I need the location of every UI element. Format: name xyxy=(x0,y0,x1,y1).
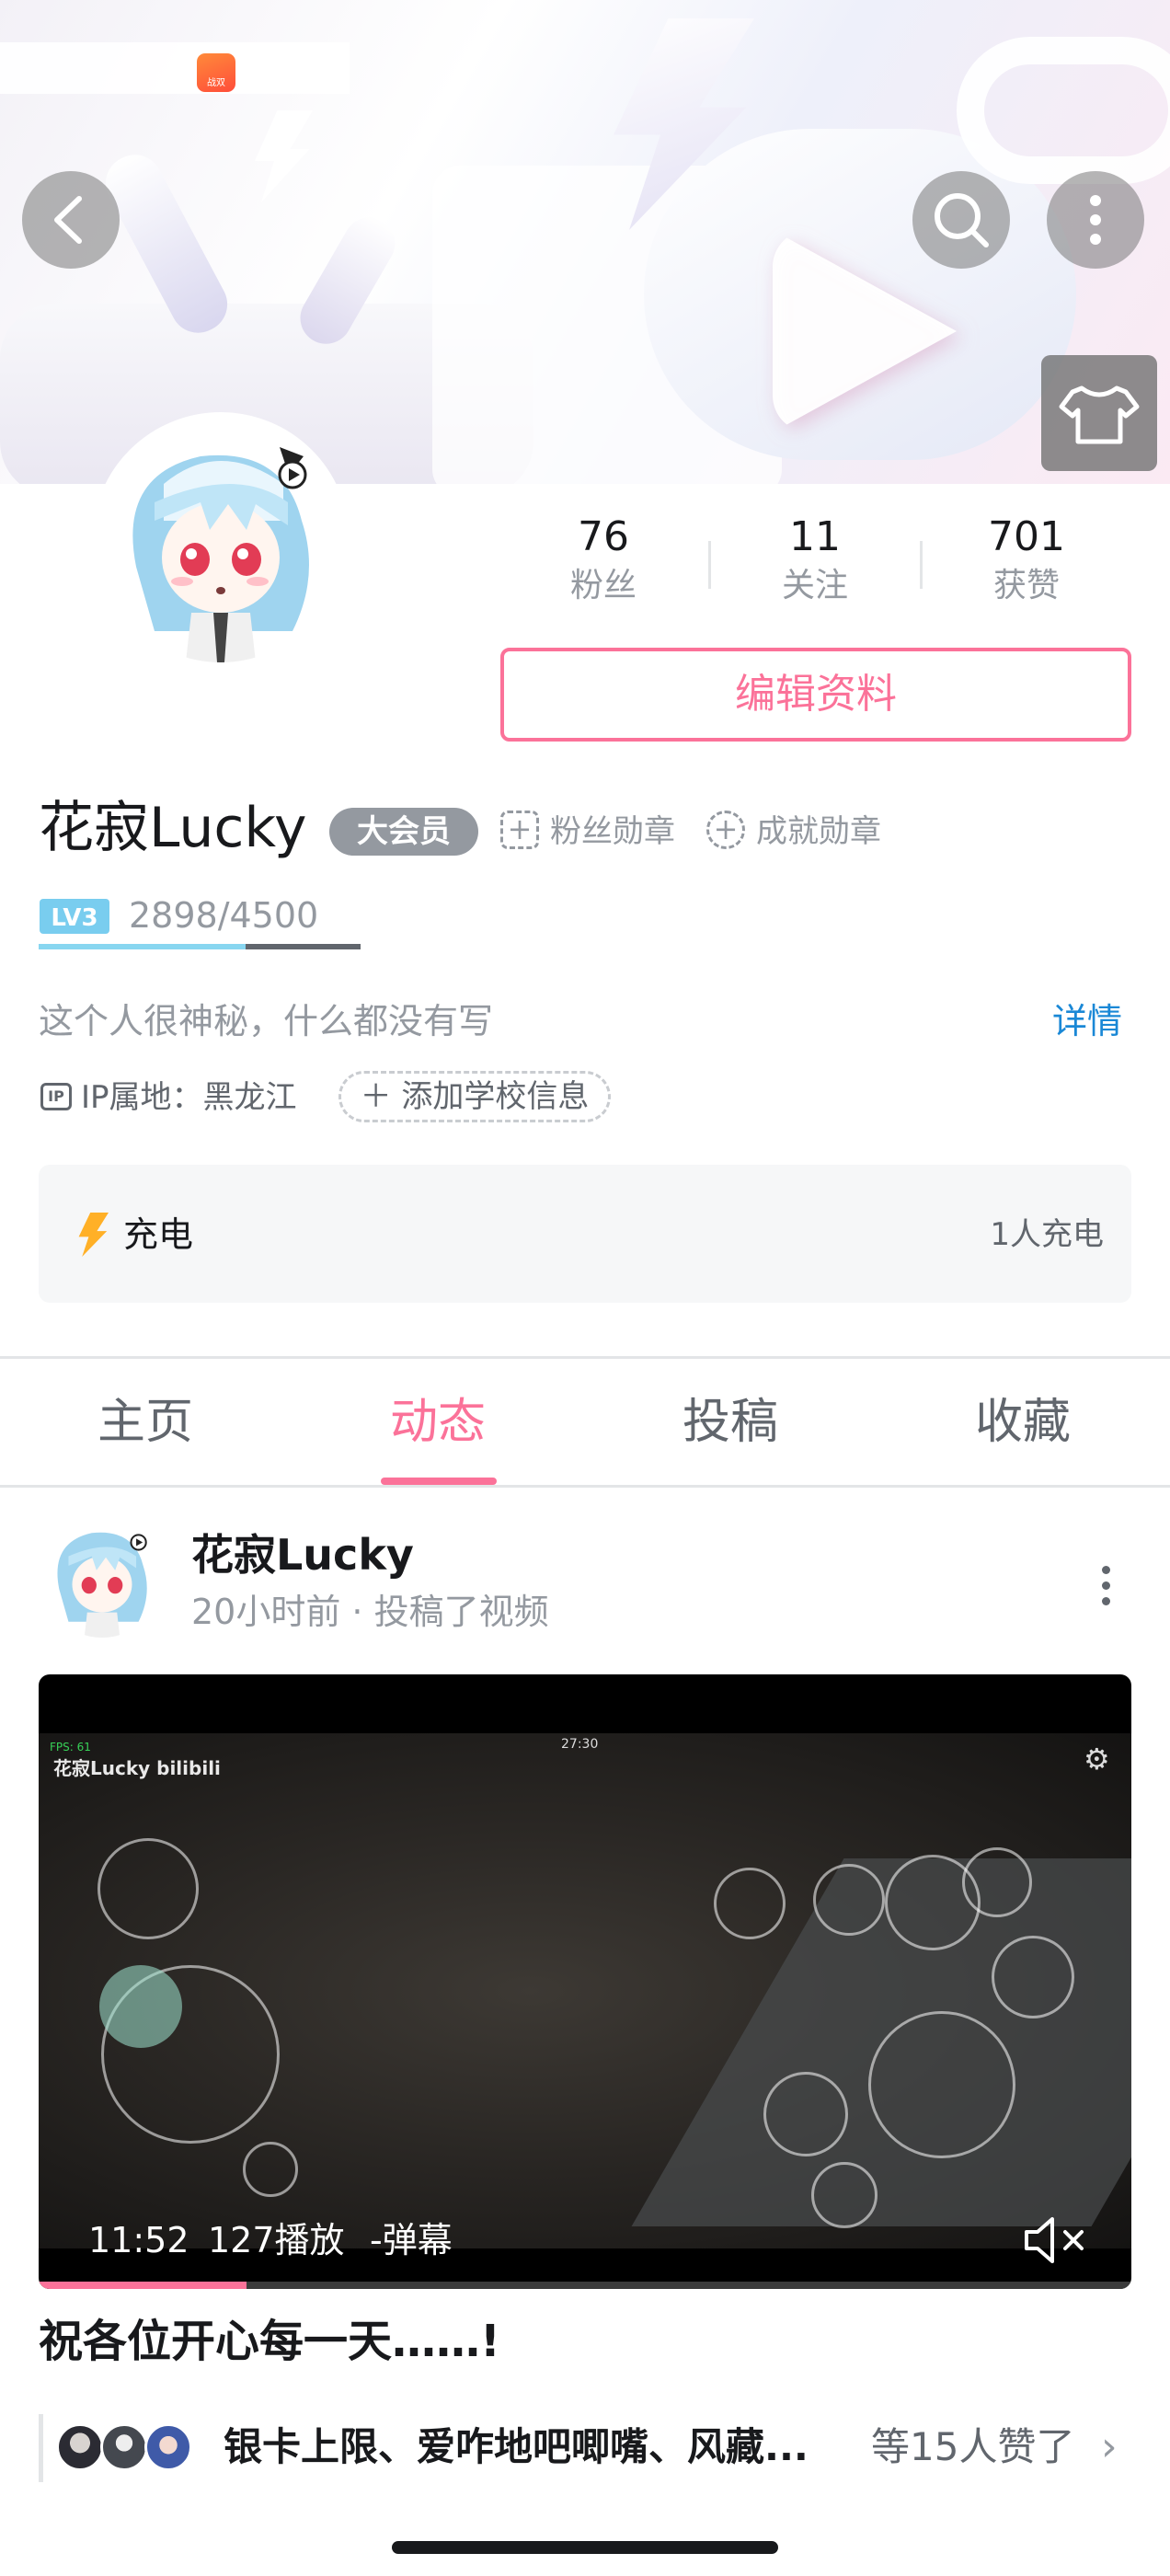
post-author-name[interactable]: 花寂Lucky xyxy=(191,1527,414,1582)
skin-button[interactable] xyxy=(1041,355,1157,471)
video-player[interactable]: FPS: 61 花寂Lucky bilibili 27:30 ⚙ 11:52 1… xyxy=(39,1674,1131,2289)
liker-avatar xyxy=(100,2423,148,2471)
detail-link[interactable]: 详情 xyxy=(1052,997,1122,1045)
achievement-label: 成就勋章 xyxy=(756,813,881,850)
app-badge-text: 战双 xyxy=(207,78,225,88)
more-dot xyxy=(1101,1597,1110,1605)
speaker-muted-icon xyxy=(1025,2217,1084,2263)
exp-text: 2898/4500 xyxy=(129,895,319,936)
stat-following[interactable]: 11 关注 xyxy=(723,512,907,609)
stat-label: 获赞 xyxy=(992,567,1060,604)
ip-location: IP IP属地：黑龙江 xyxy=(40,1075,297,1121)
ip-location-text: IP属地：黑龙江 xyxy=(81,1079,297,1116)
back-button[interactable] xyxy=(22,171,120,269)
tab-uploads[interactable]: 投稿 xyxy=(638,1386,822,1459)
charge-card[interactable]: 充电 1人充电 xyxy=(39,1165,1131,1303)
fan-medal-link[interactable]: + 粉丝勋章 xyxy=(500,806,675,857)
stat-divider xyxy=(920,541,923,589)
avatar-illustration xyxy=(99,420,342,662)
chevron-right-icon: › xyxy=(1101,2423,1118,2470)
tab-home[interactable]: 主页 xyxy=(53,1386,237,1459)
gear-icon: ⚙ xyxy=(1084,1742,1110,1777)
more-dot xyxy=(1101,1566,1110,1574)
exp-progress-fill xyxy=(39,944,247,949)
video-watermark: 花寂Lucky bilibili xyxy=(53,1757,221,1779)
bio-text: 这个人很神秘，什么都没有写 xyxy=(39,1001,494,1041)
divider xyxy=(0,1356,1170,1359)
vip-badge[interactable]: 大会员 xyxy=(329,808,478,856)
add-achievement-icon: + xyxy=(706,810,745,849)
exp-progress-bar xyxy=(39,944,361,949)
fps-counter: FPS: 61 xyxy=(50,1741,91,1754)
liker-avatar xyxy=(144,2423,192,2471)
ip-icon: IP xyxy=(40,1082,72,1110)
stat-divider xyxy=(708,541,711,589)
add-school-button[interactable]: ＋ 添加学校信息 xyxy=(338,1071,611,1122)
video-danmaku-count: -弹幕 xyxy=(370,2220,453,2260)
post-text: 祝各位开心每一天……! xyxy=(39,2316,500,2367)
video-progress-fill xyxy=(39,2282,247,2289)
liker-avatar xyxy=(56,2423,104,2471)
search-button[interactable] xyxy=(912,171,1010,269)
video-play-count: 127播放 xyxy=(208,2220,345,2260)
more-dot xyxy=(1101,1581,1110,1590)
level-icon: LV3 xyxy=(40,899,109,934)
game-joystick-knob xyxy=(99,1965,182,2048)
game-hud-button xyxy=(714,1868,786,1939)
divider xyxy=(0,1485,1170,1488)
tab-favorites[interactable]: 收藏 xyxy=(931,1386,1115,1459)
stat-fans[interactable]: 76 粉丝 xyxy=(511,512,695,609)
fan-medal-label: 粉丝勋章 xyxy=(550,813,675,850)
plus-icon: ＋ xyxy=(360,1078,402,1115)
mute-button[interactable] xyxy=(1021,2212,1095,2269)
charge-label: 充电 xyxy=(123,1214,194,1255)
likes-row[interactable]: 银卡上限、爱咋地吧唧嘴、风藏... 等15人赞了 › xyxy=(39,2414,1131,2482)
tab-dynamics[interactable]: 动态 xyxy=(346,1386,530,1459)
stat-label: 关注 xyxy=(781,567,848,604)
home-indicator[interactable] xyxy=(392,2541,778,2554)
add-medal-icon: + xyxy=(500,810,539,849)
tshirt-icon xyxy=(1059,385,1140,444)
likes-count: 等15人赞了 xyxy=(871,2424,1075,2469)
video-progress-bar[interactable] xyxy=(39,2282,1131,2289)
app-badge: 战双 xyxy=(0,42,350,94)
post-more-button[interactable] xyxy=(1085,1558,1126,1623)
more-vertical-icon xyxy=(1090,195,1101,245)
active-tab-indicator xyxy=(381,1478,497,1485)
search-icon xyxy=(935,193,989,247)
video-duration: 11:52 xyxy=(88,2220,189,2260)
eye-icon xyxy=(962,1847,1032,1917)
avatar[interactable] xyxy=(92,412,350,670)
username: 花寂Lucky xyxy=(39,796,307,860)
stat-value: 701 xyxy=(988,513,1065,560)
swap-icon xyxy=(243,2142,298,2197)
edit-profile-button[interactable]: 编辑资料 xyxy=(500,648,1131,742)
stat-likes[interactable]: 701 获赞 xyxy=(935,512,1118,609)
game-hud-button xyxy=(992,1936,1074,2018)
post-meta: 20小时前 · 投稿了视频 xyxy=(191,1592,549,1632)
stat-label: 粉丝 xyxy=(569,567,637,604)
stat-value: 76 xyxy=(578,513,629,560)
banner-ring-shape xyxy=(957,37,1170,184)
banner-bolt-shape xyxy=(255,110,313,202)
post-author-avatar[interactable] xyxy=(40,1514,164,1638)
lightning-icon xyxy=(78,1213,109,1257)
stat-value: 11 xyxy=(789,513,841,560)
achievement-medal-link[interactable]: + 成就勋章 xyxy=(706,806,881,857)
level-text: LV3 xyxy=(51,904,98,932)
add-school-label: 添加学校信息 xyxy=(401,1078,590,1115)
chevron-left-icon xyxy=(54,196,82,244)
reload-icon xyxy=(811,2162,878,2228)
likers-names: 银卡上限、爱咋地吧唧嘴、风藏... xyxy=(224,2424,809,2469)
game-timer: 27:30 xyxy=(561,1737,599,1752)
charge-count: 1人充电 xyxy=(990,1216,1104,1253)
game-hud-button xyxy=(98,1838,199,1939)
game-hud-button xyxy=(813,1864,885,1936)
fire-button xyxy=(868,2011,1015,2158)
app-icon: 战双 xyxy=(197,53,235,92)
avatar-illustration xyxy=(40,1514,164,1638)
level-badge[interactable]: LV3 xyxy=(39,898,110,935)
game-hud-button xyxy=(763,2072,848,2156)
more-button[interactable] xyxy=(1047,171,1144,269)
